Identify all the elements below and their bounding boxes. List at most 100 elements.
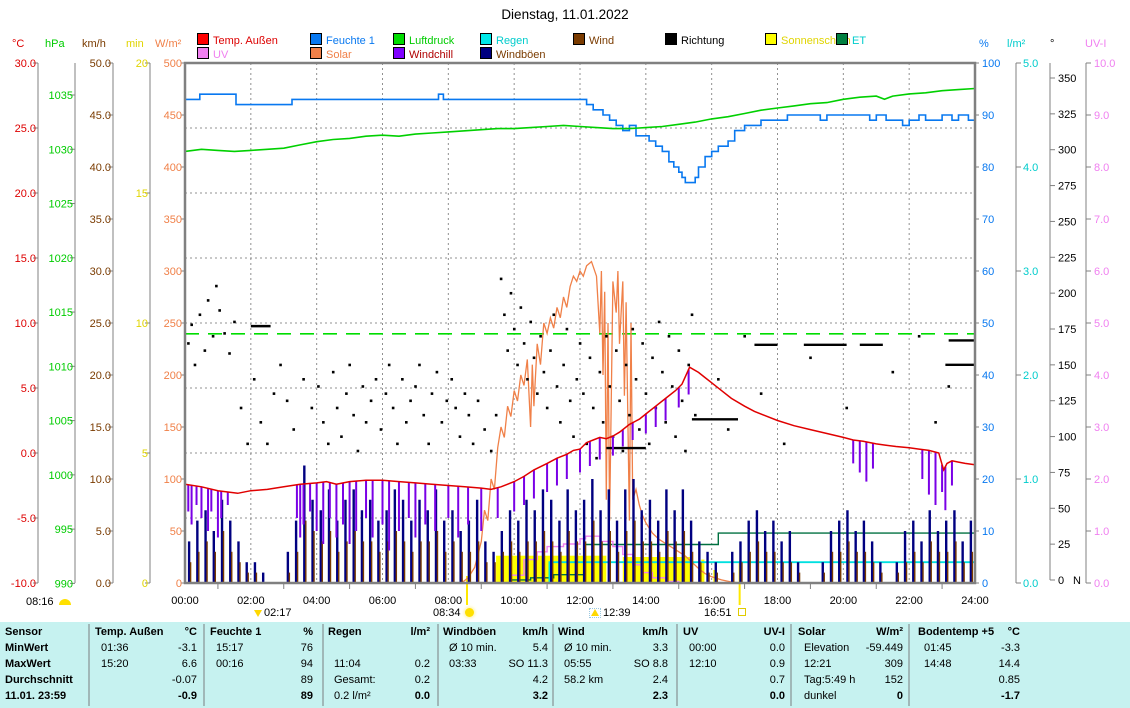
moonrise-time: 12:39	[603, 607, 631, 619]
cell-value: 89	[218, 690, 313, 702]
svg-text:1025: 1025	[49, 199, 73, 211]
svg-text:35.0: 35.0	[90, 214, 111, 226]
svg-text:22:00: 22:00	[895, 595, 923, 607]
svg-text:1015: 1015	[49, 307, 73, 319]
svg-text:06:00: 06:00	[369, 595, 397, 607]
col-unit: km/h	[453, 626, 548, 638]
col-unit: °C	[925, 626, 1020, 638]
svg-text:0: 0	[142, 578, 148, 590]
sunrise-time: 08:34	[433, 607, 461, 619]
svg-text:275: 275	[1058, 181, 1076, 193]
svg-text:45.0: 45.0	[90, 110, 111, 122]
svg-text:10.0: 10.0	[15, 318, 36, 330]
cell-value: 89	[218, 674, 313, 686]
svg-text:10: 10	[136, 318, 148, 330]
sunset-marker: 16:51	[704, 607, 746, 620]
svg-text:25.0: 25.0	[15, 123, 36, 135]
svg-text:450: 450	[164, 110, 182, 122]
cell-value: -1.7	[925, 690, 1020, 702]
svg-text:0.0: 0.0	[21, 448, 36, 460]
cell-value: 76	[218, 642, 313, 654]
svg-text:15.0: 15.0	[15, 253, 36, 265]
svg-text:40: 40	[982, 370, 994, 382]
weather-day-graph: Dienstag, 11.01.2022 Temp. AußenFeuchte …	[0, 0, 1130, 708]
svg-text:4.0: 4.0	[1094, 370, 1109, 382]
svg-text:25: 25	[1058, 539, 1070, 551]
stats-table: SensorMinWertMaxWertDurchschnitt11.01. 2…	[0, 622, 1130, 708]
svg-text:1005: 1005	[49, 416, 73, 428]
svg-text:1020: 1020	[49, 253, 73, 265]
svg-text:1.0: 1.0	[1023, 474, 1038, 486]
table-separator	[88, 624, 90, 706]
svg-text:2.0: 2.0	[1023, 370, 1038, 382]
svg-text:10.0: 10.0	[1094, 58, 1115, 70]
cell-value: 0.7	[690, 674, 785, 686]
svg-text:30.0: 30.0	[15, 58, 36, 70]
cell-value: 309	[808, 658, 903, 670]
cell-value: 3.2	[453, 690, 548, 702]
svg-text:125: 125	[1058, 396, 1076, 408]
svg-text:350: 350	[1058, 73, 1076, 85]
table-separator	[437, 624, 439, 706]
svg-text:10: 10	[982, 526, 994, 538]
svg-text:18:00: 18:00	[764, 595, 792, 607]
svg-text:0: 0	[982, 578, 988, 590]
svg-text:N: N	[1073, 575, 1081, 587]
svg-text:1.0: 1.0	[1094, 526, 1109, 538]
sunrise-left-time: 08:16	[26, 596, 54, 608]
svg-text:20.0: 20.0	[15, 188, 36, 200]
svg-text:100: 100	[982, 58, 1000, 70]
sunset-time: 16:51	[704, 607, 732, 619]
row-header: Durchschnitt	[5, 674, 73, 686]
svg-text:02:00: 02:00	[237, 595, 265, 607]
svg-text:2.0: 2.0	[1094, 474, 1109, 486]
table-separator	[790, 624, 792, 706]
svg-text:16:00: 16:00	[698, 595, 726, 607]
sunrise-left-marker: 08:16	[26, 596, 71, 609]
svg-text:50: 50	[1058, 503, 1070, 515]
col-unit: °C	[102, 626, 197, 638]
moonrise-marker: 12:39	[589, 607, 631, 620]
halfsun-icon	[59, 599, 71, 605]
svg-text:70: 70	[982, 214, 994, 226]
row-header: Sensor	[5, 626, 42, 638]
svg-text:1000: 1000	[49, 470, 73, 482]
table-separator	[322, 624, 324, 706]
table-separator	[676, 624, 678, 706]
svg-text:50: 50	[170, 526, 182, 538]
svg-text:5.0: 5.0	[96, 526, 111, 538]
svg-text:5: 5	[142, 448, 148, 460]
svg-text:500: 500	[164, 58, 182, 70]
svg-text:250: 250	[1058, 216, 1076, 228]
svg-text:90: 90	[982, 110, 994, 122]
svg-text:30.0: 30.0	[90, 266, 111, 278]
cell-value: 2.4	[573, 674, 668, 686]
svg-text:150: 150	[1058, 360, 1076, 372]
cell-value: 0.2	[335, 674, 430, 686]
svg-text:40.0: 40.0	[90, 162, 111, 174]
cell-value: 14.4	[925, 658, 1020, 670]
col-unit: UV-I	[690, 626, 785, 638]
svg-text:14:00: 14:00	[632, 595, 660, 607]
moonset-time: 02:17	[264, 607, 292, 619]
svg-text:325: 325	[1058, 109, 1076, 121]
svg-text:25.0: 25.0	[90, 318, 111, 330]
svg-text:225: 225	[1058, 252, 1076, 264]
svg-text:60: 60	[982, 266, 994, 278]
svg-text:0.0: 0.0	[96, 578, 111, 590]
moonset-icon	[254, 610, 262, 617]
moonrise-icon	[589, 608, 601, 618]
svg-text:7.0: 7.0	[1094, 214, 1109, 226]
cell-value: SO 11.3	[453, 658, 548, 670]
svg-text:100: 100	[164, 474, 182, 486]
col-unit: W/m²	[808, 626, 903, 638]
cell-value: -59.449	[808, 642, 903, 654]
svg-text:3.0: 3.0	[1023, 266, 1038, 278]
svg-text:350: 350	[164, 214, 182, 226]
svg-text:200: 200	[1058, 288, 1076, 300]
svg-text:995: 995	[55, 524, 73, 536]
svg-text:8.0: 8.0	[1094, 162, 1109, 174]
svg-text:5.0: 5.0	[21, 383, 36, 395]
svg-text:-5.0: -5.0	[17, 513, 36, 525]
svg-text:3.0: 3.0	[1094, 422, 1109, 434]
